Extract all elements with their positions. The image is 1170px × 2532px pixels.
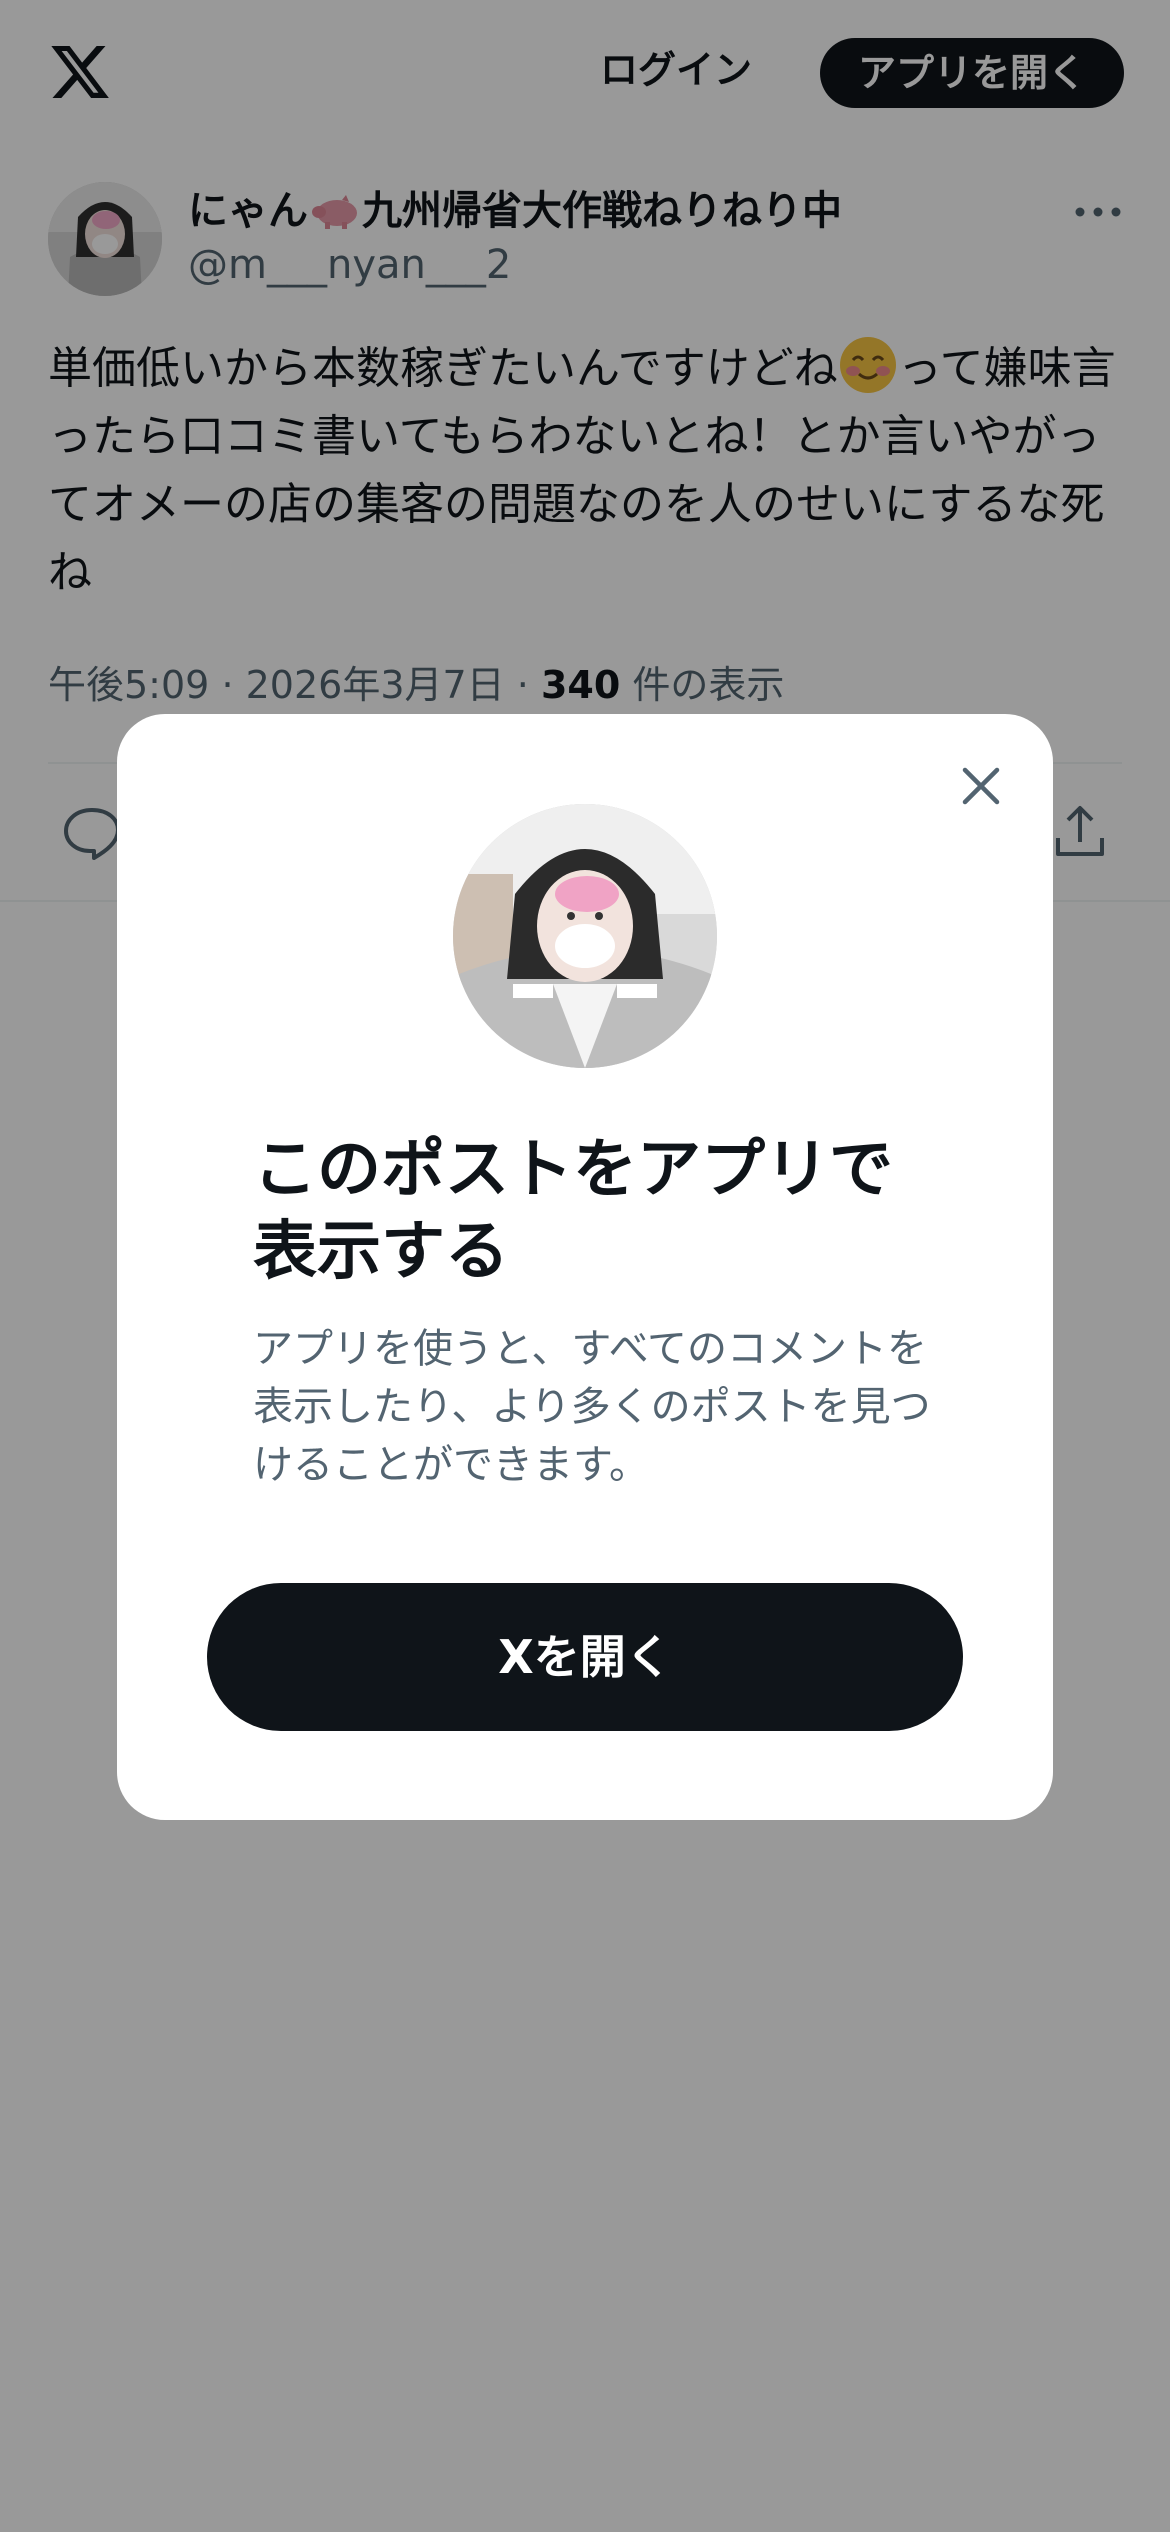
- modal-title: このポストをアプリで表示する: [253, 1133, 893, 1289]
- page: ログイン アプリを開く にゃん 九州帰省大作戦ねりねり中 @m___nyan__…: [0, 0, 1170, 2532]
- open-in-app-modal: このポストをアプリで表示する アプリを使うと、すべてのコメントを表示したり、より…: [117, 714, 1053, 1820]
- open-x-button[interactable]: Xを開く: [207, 1583, 963, 1731]
- modal-description: アプリを使うと、すべてのコメントを表示したり、より多くのポストを見つけることがで…: [253, 1326, 931, 1488]
- author-avatar-large: [453, 804, 717, 1068]
- close-icon[interactable]: [949, 754, 1013, 818]
